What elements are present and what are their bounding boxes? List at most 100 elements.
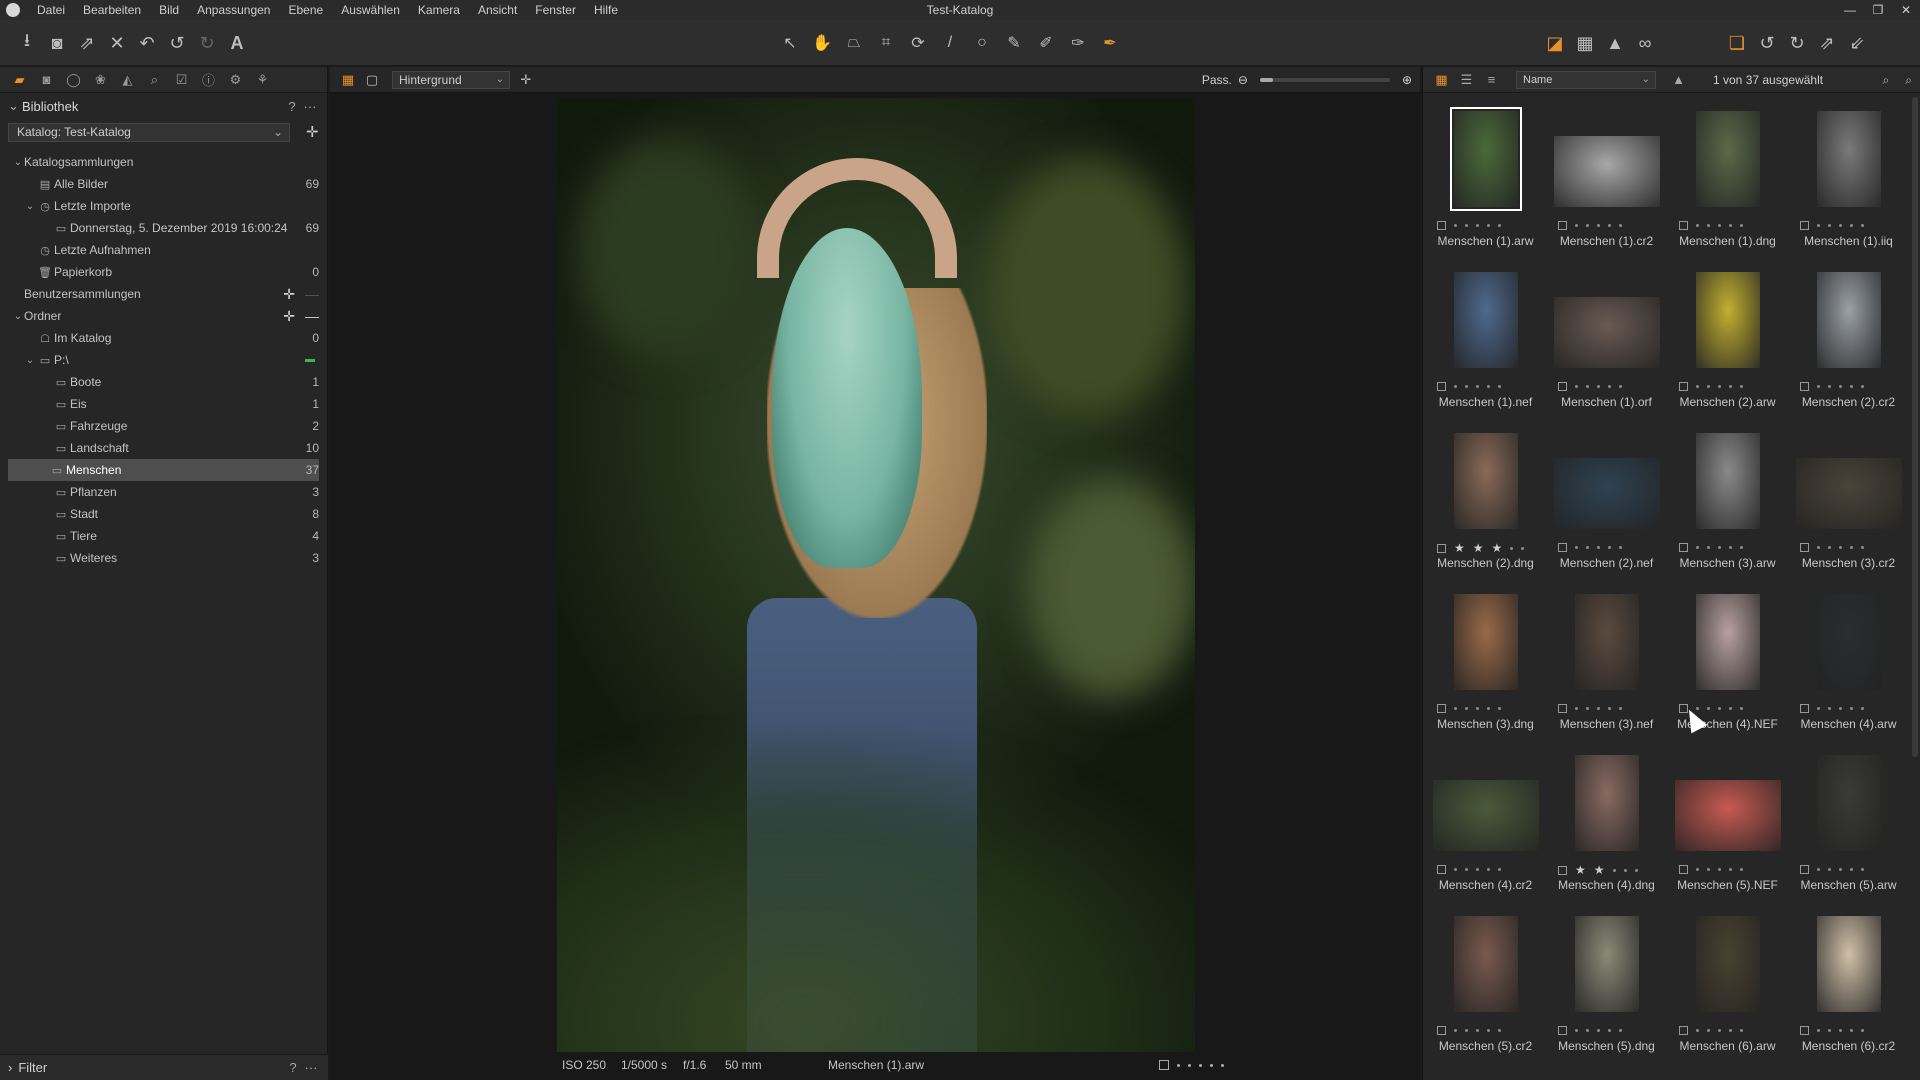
perspective-icon[interactable]: ⏢ (838, 28, 870, 58)
collapse-icon[interactable]: ⇙ (1842, 28, 1872, 58)
thumbnail-cell[interactable]: Menschen (5).NEF (1667, 755, 1788, 915)
thumbnail-image[interactable] (1553, 135, 1660, 207)
rating-dot[interactable] (1634, 868, 1638, 872)
rating-dot[interactable] (1498, 1029, 1501, 1032)
metadata-tab-icon[interactable]: ⓘ (195, 67, 222, 93)
library-header[interactable]: ⌄ Bibliothek ? ··· (0, 93, 327, 119)
rating-dot[interactable] (1608, 385, 1611, 388)
star-icon[interactable]: ★ (1492, 542, 1503, 554)
zoom-thumbs-icon[interactable]: ⌕ (1883, 67, 1890, 93)
rating-dot[interactable] (1828, 385, 1831, 388)
thumbnail-cell[interactable]: Menschen (3).nef (1546, 594, 1667, 754)
rating-dot[interactable] (1575, 224, 1578, 227)
thumbnail-image[interactable] (1574, 755, 1639, 851)
zoom-in-icon[interactable]: ⊕ (1402, 73, 1412, 87)
chevron-down-icon[interactable]: ⌄ (24, 355, 36, 366)
tree-item[interactable]: ▭ Eis 1 (0, 393, 327, 415)
rating-dot[interactable] (1696, 1029, 1699, 1032)
rating-dot[interactable] (1707, 546, 1710, 549)
import-icon[interactable]: ⭳ (12, 28, 42, 58)
menu-datei[interactable]: Datei (28, 0, 74, 20)
color-tag-box[interactable] (1679, 865, 1688, 874)
rating-dot[interactable] (1510, 546, 1514, 550)
thumbnail-image[interactable] (1432, 779, 1539, 851)
thumbnail-cell[interactable]: Menschen (3).dng (1425, 594, 1546, 754)
color-tag-box[interactable] (1558, 704, 1567, 713)
rating-dot[interactable] (1465, 1029, 1468, 1032)
add-layer-icon[interactable]: ✛ (514, 72, 538, 88)
rating-dot[interactable] (1828, 546, 1831, 549)
rating-dot[interactable] (1597, 224, 1600, 227)
thumbnail-rating[interactable] (1679, 543, 1743, 552)
gradient-icon[interactable]: ✑ (1062, 28, 1094, 58)
rating-dot[interactable] (1465, 385, 1468, 388)
rating-dot[interactable] (1707, 1029, 1710, 1032)
rating-dot[interactable] (1729, 546, 1732, 549)
thumbnail-rating[interactable] (1437, 865, 1501, 874)
zoom-slider[interactable] (1259, 78, 1390, 82)
rating-dot[interactable] (1623, 868, 1627, 872)
brush-icon[interactable]: ✎ (998, 28, 1030, 58)
camera-icon[interactable]: ◙ (42, 28, 72, 58)
tree-item[interactable]: ▭ Boote 1 (0, 371, 327, 393)
rotate-icon[interactable]: ⟳ (902, 28, 934, 58)
rating-dot[interactable] (1828, 868, 1831, 871)
rating-dot[interactable] (1619, 707, 1622, 710)
thumbnail-rating[interactable] (1679, 1026, 1743, 1035)
rating-dot[interactable] (1861, 385, 1864, 388)
rating-dot[interactable] (1839, 868, 1842, 871)
thumbnail-cell[interactable]: Menschen (6).cr2 (1788, 916, 1909, 1076)
thumbnail-cell[interactable]: ★ ★ ★ Menschen (2).dng (1425, 433, 1546, 593)
thumbnail-cell[interactable]: Menschen (2).arw (1667, 272, 1788, 432)
thumbnail-cell[interactable]: Menschen (1).iiq (1788, 111, 1909, 271)
thumbnail-rating[interactable] (1558, 221, 1622, 230)
rating-dot[interactable] (1817, 1029, 1820, 1032)
rating-dot[interactable] (1619, 1029, 1622, 1032)
thumbnail-cell[interactable]: Menschen (6).arw (1667, 916, 1788, 1076)
color-tag-box[interactable] (1800, 543, 1809, 552)
lens-tab-icon[interactable]: ◯ (60, 67, 87, 93)
thumbnail-rating[interactable] (1437, 704, 1501, 713)
thumbnail-image[interactable] (1553, 457, 1660, 529)
color-tag-box[interactable] (1800, 704, 1809, 713)
rating-dot[interactable] (1729, 224, 1732, 227)
rating-dot[interactable] (1817, 224, 1820, 227)
thumbnail-cell[interactable]: Menschen (5).arw (1788, 755, 1909, 915)
rating-dot[interactable] (1861, 224, 1864, 227)
color-tag-box[interactable] (1558, 221, 1567, 230)
menu-ansicht[interactable]: Ansicht (469, 0, 526, 20)
zoom-fit-label[interactable]: Pass. (1202, 73, 1232, 87)
color-tag-box[interactable] (1437, 704, 1446, 713)
help-icon[interactable]: ? (283, 99, 301, 114)
thumbnail-rating[interactable] (1800, 221, 1864, 230)
rating-dot[interactable] (1850, 868, 1853, 871)
color-tag-box[interactable] (1437, 543, 1446, 553)
rotate-left-icon[interactable]: ↺ (1752, 28, 1782, 58)
thumbnail-cell[interactable]: Menschen (4).NEF (1667, 594, 1788, 754)
batch-tab-icon[interactable]: ⚘ (249, 67, 276, 93)
rating-dot[interactable] (1487, 707, 1490, 710)
add-catalog-icon[interactable]: ✛ (306, 123, 319, 141)
thumbnail-rating[interactable] (1800, 543, 1864, 552)
rating-dot[interactable] (1839, 546, 1842, 549)
rating-dot[interactable] (1476, 868, 1479, 871)
viewer-rating[interactable] (1159, 1060, 1224, 1070)
rating-dot[interactable] (1850, 224, 1853, 227)
close-icon[interactable]: ✕ (1892, 0, 1920, 20)
pan-hand-icon[interactable]: ✋ (806, 28, 838, 58)
rating-dot[interactable] (1608, 1029, 1611, 1032)
rating-dot[interactable] (1498, 707, 1501, 710)
rating-dot[interactable] (1498, 385, 1501, 388)
rating-dot[interactable] (1476, 707, 1479, 710)
thumbnail-rating[interactable]: ★ ★ ★ (1437, 542, 1525, 554)
thumbnail-image[interactable] (1816, 916, 1881, 1012)
undo-history-icon[interactable]: ↶ (132, 28, 162, 58)
thumbnail-rating[interactable] (1437, 221, 1501, 230)
straighten-icon[interactable]: / (934, 28, 966, 58)
rating-dot[interactable] (1575, 546, 1578, 549)
thumbnail-image[interactable] (1674, 779, 1781, 851)
rating-dot[interactable] (1839, 385, 1842, 388)
menu-anpassungen[interactable]: Anpassungen (188, 0, 279, 20)
circle-mask-icon[interactable]: ○ (966, 28, 998, 58)
color-tag-box[interactable] (1679, 543, 1688, 552)
